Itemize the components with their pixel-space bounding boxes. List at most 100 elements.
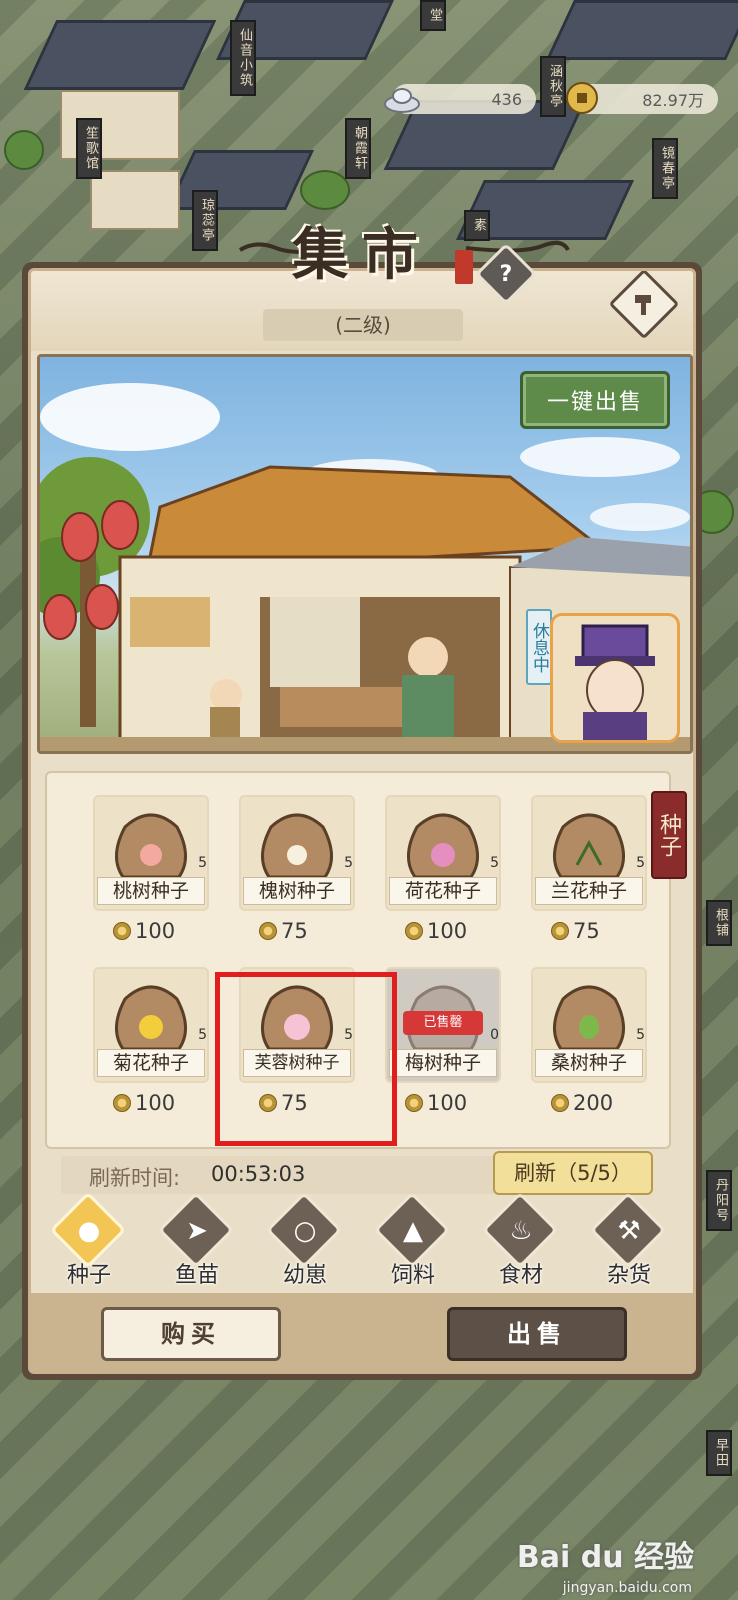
hammer-close-icon xyxy=(635,295,651,315)
buy-button[interactable]: 购买 xyxy=(101,1307,281,1361)
item-price: 200 xyxy=(551,1091,613,1115)
town-sign: 堂 xyxy=(420,0,446,31)
item-name: 槐树种子 xyxy=(243,877,351,905)
silver-ingot-icon xyxy=(384,88,420,113)
fish-icon: ➤ xyxy=(186,1216,208,1246)
mulberry-seed-bag-icon xyxy=(553,985,625,1051)
coin-icon xyxy=(551,1094,569,1112)
tab-feed[interactable]: ▲ 饲料 xyxy=(363,1191,463,1291)
item-quantity: 5 xyxy=(198,855,207,871)
item-price: 100 xyxy=(405,1091,467,1115)
item-quantity: 5 xyxy=(636,855,645,871)
item-name: 芙蓉树种子 xyxy=(243,1049,351,1077)
item-price: 100 xyxy=(113,919,175,943)
goods-item[interactable]: 5 兰花种子 75 xyxy=(531,795,647,960)
coin-icon xyxy=(113,1094,131,1112)
market-scene: 一键出售 休息中 xyxy=(37,354,693,754)
coin-icon xyxy=(405,1094,423,1112)
tab-label: 饲料 xyxy=(390,1263,435,1288)
tab-label: 幼崽 xyxy=(282,1263,327,1288)
item-name: 兰花种子 xyxy=(535,877,643,905)
teapot-icon: ♨ xyxy=(509,1216,533,1246)
pig-icon: ○ xyxy=(293,1216,317,1246)
orchid-seed-bag-icon xyxy=(553,813,625,879)
item-price-value: 75 xyxy=(281,1091,308,1115)
lotus-seed-bag-icon xyxy=(407,813,479,879)
item-name: 菊花种子 xyxy=(97,1049,205,1077)
hibiscus-seed-bag-icon xyxy=(261,985,333,1051)
goods-item[interactable]: 5 菊花种子 100 xyxy=(93,967,209,1132)
item-price-value: 100 xyxy=(135,1091,176,1115)
item-price: 100 xyxy=(113,1091,175,1115)
item-name: 梅树种子 xyxy=(389,1049,497,1077)
coin-icon xyxy=(405,922,423,940)
goods-item[interactable]: 5 桑树种子 200 xyxy=(531,967,647,1132)
coin-icon xyxy=(259,1094,277,1112)
item-name: 荷花种子 xyxy=(389,877,497,905)
tab-young[interactable]: ○ 幼崽 xyxy=(255,1191,355,1291)
peach-seed-bag-icon xyxy=(115,813,187,879)
locust-seed-bag-icon xyxy=(261,813,333,879)
house-roof xyxy=(166,150,314,210)
refresh-label: 刷新时间: xyxy=(89,1166,181,1190)
goods-item[interactable]: 5 桃树种子 100 xyxy=(93,795,209,960)
market-panel: (二级) 一键出售 休息中 种子 5 桃树种子 100 5 槐树种子 75 5 … xyxy=(22,222,702,1380)
market-level: (二级) xyxy=(263,309,463,341)
item-price: 75 xyxy=(259,1091,308,1115)
item-price-value: 100 xyxy=(427,1091,468,1115)
tree xyxy=(300,170,350,210)
item-price-value: 100 xyxy=(427,919,468,943)
town-sign: 仙音小筑 xyxy=(230,20,256,96)
merchant-portrait[interactable] xyxy=(550,613,680,743)
town-sign: 早田 xyxy=(706,1430,732,1476)
market-panel-body: (二级) 一键出售 休息中 种子 5 桃树种子 100 5 槐树种子 75 5 … xyxy=(28,268,696,1374)
resting-status: 休息中 xyxy=(526,609,552,685)
item-price-value: 200 xyxy=(573,1091,614,1115)
title-seal xyxy=(455,250,473,284)
goods-item[interactable]: 5 芙蓉树种子 75 xyxy=(239,967,355,1132)
tab-ingredients[interactable]: ♨ 食材 xyxy=(471,1191,571,1291)
tab-goods[interactable]: ⚒ 杂货 xyxy=(579,1191,679,1291)
watermark-logo: Bai du 经验 xyxy=(516,1540,694,1575)
copper-counter[interactable]: 82.97万 xyxy=(566,82,718,114)
item-quantity: 5 xyxy=(198,1027,207,1043)
coin-icon xyxy=(551,922,569,940)
sell-all-button[interactable]: 一键出售 xyxy=(520,371,670,429)
refresh-countdown: 00:53:03 xyxy=(211,1162,306,1186)
item-price: 75 xyxy=(551,919,600,943)
item-name: 桃树种子 xyxy=(97,877,205,905)
chrysanthemum-seed-bag-icon xyxy=(115,985,187,1051)
tab-seeds[interactable]: ● 种子 xyxy=(39,1191,139,1291)
item-name: 桑树种子 xyxy=(535,1049,643,1077)
market-title: 集市 xyxy=(292,222,432,288)
copper-amount: 82.97万 xyxy=(642,91,704,110)
silver-counter[interactable]: 436 xyxy=(384,84,536,114)
refresh-button[interactable]: 刷新（5/5） xyxy=(493,1151,653,1195)
town-sign: 镜春亭 xyxy=(652,138,678,199)
coin-icon xyxy=(259,922,277,940)
hammer-icon: ⚒ xyxy=(617,1216,641,1246)
town-sign: 丹阳号 xyxy=(706,1170,732,1231)
sell-button[interactable]: 出售 xyxy=(447,1307,627,1361)
tab-label: 杂货 xyxy=(606,1263,651,1288)
item-price-value: 75 xyxy=(573,919,600,943)
goods-item[interactable]: 5 荷花种子 100 xyxy=(385,795,501,960)
watermark-url: jingyan.baidu.com xyxy=(562,1580,692,1596)
coin-icon xyxy=(113,922,131,940)
town-sign: 朝霞轩 xyxy=(345,118,371,179)
goods-item[interactable]: 5 槐树种子 75 xyxy=(239,795,355,960)
tab-fry[interactable]: ➤ 鱼苗 xyxy=(147,1191,247,1291)
item-quantity: 5 xyxy=(490,855,499,871)
item-quantity: 0 xyxy=(490,1027,499,1043)
tab-label: 食材 xyxy=(498,1263,543,1288)
help-icon: ? xyxy=(499,261,513,287)
tree xyxy=(4,130,44,170)
town-sign: 笙歌馆 xyxy=(76,118,102,179)
goods-item-sold-out[interactable]: 已售罄 0 梅树种子 100 xyxy=(385,967,501,1132)
tab-label: 鱼苗 xyxy=(174,1263,219,1288)
item-price: 75 xyxy=(259,919,308,943)
house-roof xyxy=(23,20,217,90)
feed-sack-icon: ▲ xyxy=(403,1216,423,1246)
item-price-value: 75 xyxy=(281,919,308,943)
seed-bag-icon: ● xyxy=(77,1216,101,1246)
